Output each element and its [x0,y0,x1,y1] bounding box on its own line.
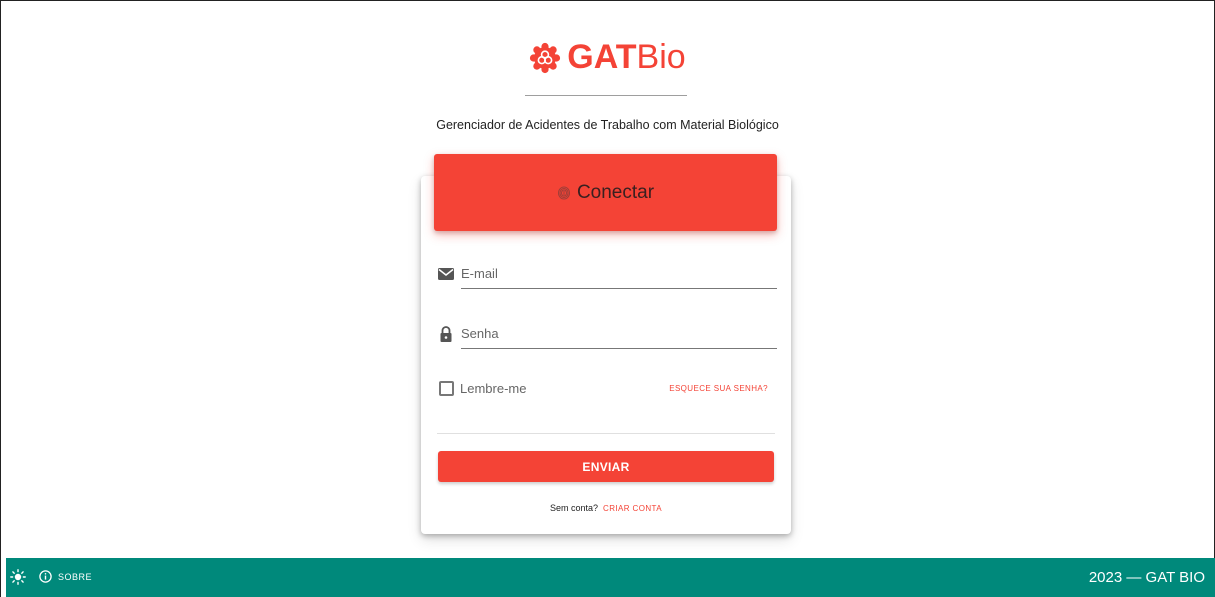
signup-row: Sem conta? CRIAR CONTA [421,503,791,513]
email-input[interactable] [461,259,777,289]
sun-icon[interactable] [10,569,26,585]
card-divider [437,433,775,434]
forgot-password-link[interactable]: ESQUECE SUA SENHA? [669,384,768,393]
fingerprint-icon [557,186,570,199]
remember-checkbox[interactable] [439,381,454,396]
footer-bar: SOBRE 2023 — GAT BIO [6,558,1215,597]
email-field-group [437,257,777,297]
info-icon [39,570,52,583]
brand-logo: GATBio [0,38,1215,77]
brand-name-bold: GAT [567,38,637,76]
login-card-header: Conectar [434,154,777,231]
brand-name-light: Bio [636,38,686,76]
envelope-icon [438,268,454,280]
password-field-group [437,317,777,357]
signup-prompt: Sem conta? [550,503,599,513]
brand-name: GATBio [567,38,685,77]
logo-divider [525,95,687,96]
submit-button[interactable]: ENVIAR [438,451,774,482]
biohazard-icon [530,42,561,73]
copyright-text: 2023 — GAT BIO [1088,569,1205,586]
create-account-link[interactable]: CRIAR CONTA [603,504,662,513]
app-subtitle: Gerenciador de Acidentes de Trabalho com… [436,118,779,132]
lock-icon [440,326,452,342]
remember-label[interactable]: Lembre-me [460,381,526,396]
remember-row: Lembre-me ESQUECE SUA SENHA? [437,378,772,402]
about-label: SOBRE [58,571,93,582]
about-link[interactable]: SOBRE [39,570,92,583]
login-title: Conectar [576,181,655,203]
password-input[interactable] [461,319,777,349]
